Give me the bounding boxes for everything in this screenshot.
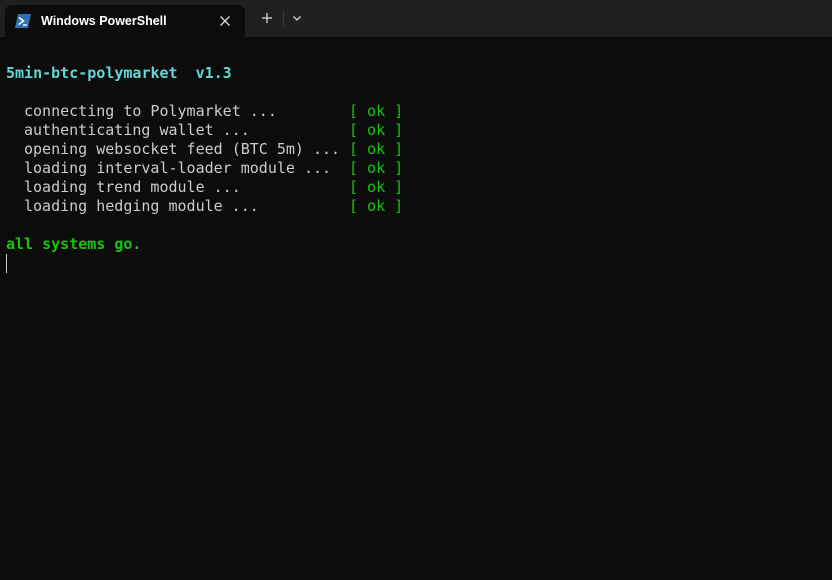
tab-separator [283,10,284,27]
step-label: loading trend module ... [24,178,241,196]
banner-version: v1.3 [195,64,232,82]
banner-line: 5min-btc-polymarket v1.3 [6,64,232,83]
text-cursor [6,254,7,273]
step-status: [ ok ] [349,102,404,120]
step-status: [ ok ] [349,159,404,177]
step-status: [ ok ] [349,140,404,158]
step-label: connecting to Polymarket ... [24,102,277,120]
step-label: loading hedging module ... [24,197,259,215]
banner-name: 5min-btc-polymarket [6,64,178,82]
terminal-output[interactable]: 5min-btc-polymarket v1.3 connecting to Po… [0,37,832,580]
step-status: [ ok ] [349,121,404,139]
chevron-down-icon[interactable] [287,8,307,28]
step-status: [ ok ] [349,197,404,215]
tab-bar: Windows PowerShell [0,0,832,37]
final-message: all systems go. [6,235,142,253]
terminal-window: Windows PowerShell 5min-btc-polymarket v1… [0,0,832,580]
plus-icon[interactable] [257,8,277,28]
step-label: opening websocket feed (BTC 5m) ... [24,140,341,158]
tab-windows-powershell[interactable]: Windows PowerShell [5,5,245,37]
powershell-icon [15,14,31,28]
tab-title: Windows PowerShell [41,14,167,28]
step-status: [ ok ] [349,178,404,196]
step-label: loading interval-loader module ... [24,159,332,177]
step-label: authenticating wallet ... [24,121,250,139]
close-icon[interactable] [215,11,235,31]
